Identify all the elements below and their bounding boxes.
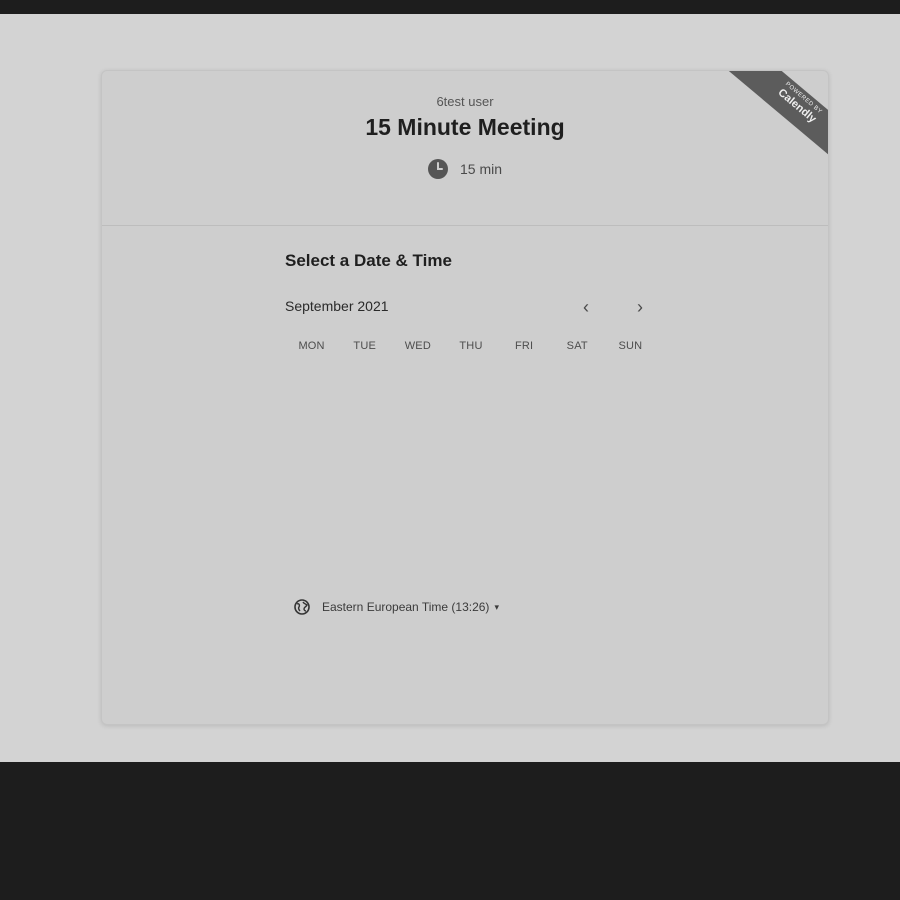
duration-label: 15 min [459, 161, 503, 177]
weekday-tuesday: TUE [353, 340, 377, 352]
powered-by-calendly-badge[interactable]: POWERED BY Calendly [728, 71, 828, 160]
globe-icon [294, 599, 310, 615]
weekday-header: MON TUE WED THU FRI SAT SUN [285, 340, 657, 352]
chevron-left-icon: ‹ [583, 297, 589, 317]
weekday-thursday: THU [459, 340, 483, 352]
timezone-selector[interactable]: Eastern European Time (13:26) ▾ [294, 599, 499, 615]
month-label: September 2021 [285, 298, 389, 314]
weekday-monday: MON [298, 340, 325, 352]
powered-by-ribbon[interactable]: POWERED BY Calendly [716, 71, 828, 160]
select-date-time-title: Select a Date & Time [285, 251, 452, 270]
event-duration: 15 min [102, 159, 828, 179]
page-background: 6test user 15 Minute Meeting 15 min POWE… [0, 14, 900, 762]
event-header: 6test user 15 Minute Meeting 15 min POWE… [102, 71, 828, 226]
weekday-wednesday: WED [404, 340, 431, 352]
previous-month-button[interactable]: ‹ [574, 297, 598, 317]
top-dark-bar [0, 0, 900, 14]
timezone-label: Eastern European Time (13:26) [322, 600, 490, 614]
weekday-saturday: SAT [566, 340, 588, 352]
powered-by-text: POWERED BY [784, 81, 823, 116]
weekday-friday: FRI [514, 340, 534, 352]
chevron-right-icon: › [637, 297, 643, 317]
bottom-dark-area [0, 762, 900, 900]
next-month-button[interactable]: › [628, 297, 652, 317]
clock-icon [427, 159, 448, 179]
weekday-sunday: SUN [618, 340, 643, 352]
scheduling-card: 6test user 15 Minute Meeting 15 min POWE… [101, 70, 829, 725]
caret-down-icon: ▾ [494, 601, 499, 612]
